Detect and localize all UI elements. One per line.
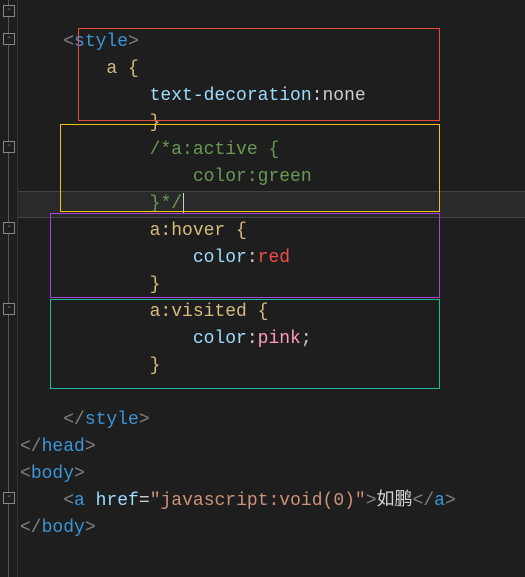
minus-icon: - bbox=[6, 492, 12, 503]
code-line: /*a:active { bbox=[20, 140, 279, 160]
code-line: </body> bbox=[20, 518, 96, 538]
brace: { bbox=[117, 59, 139, 79]
code-line: }*/ bbox=[20, 194, 184, 214]
tag-head: head bbox=[42, 437, 85, 457]
selector: a bbox=[106, 59, 117, 79]
code-line: color:green bbox=[20, 167, 312, 187]
code-line: <body> bbox=[20, 464, 85, 484]
fold-toggle[interactable]: - bbox=[3, 141, 15, 153]
bracket: < bbox=[63, 491, 74, 511]
attr-value: "javascript:void(0)" bbox=[150, 491, 366, 511]
bracket: > bbox=[85, 518, 96, 538]
css-value: none bbox=[322, 86, 365, 106]
tag-a: a bbox=[74, 491, 85, 511]
brace: { bbox=[225, 221, 247, 241]
code-line: a:hover { bbox=[20, 221, 247, 241]
comment-text: a:active bbox=[171, 140, 257, 160]
comment-text: green bbox=[258, 167, 312, 187]
bracket: > bbox=[128, 32, 139, 52]
comment-text: { bbox=[258, 140, 280, 160]
css-property: text-decoration bbox=[150, 86, 312, 106]
code-line: </head> bbox=[20, 437, 96, 457]
brace: } bbox=[150, 356, 161, 376]
minus-icon: - bbox=[6, 222, 12, 233]
brace: { bbox=[247, 302, 269, 322]
colon: : bbox=[247, 248, 258, 268]
code-line: color:pink; bbox=[20, 329, 312, 349]
minus-icon: - bbox=[6, 303, 12, 314]
brace: } bbox=[150, 113, 161, 133]
equals: = bbox=[139, 491, 150, 511]
tag-a: a bbox=[434, 491, 445, 511]
bracket: > bbox=[74, 464, 85, 484]
fold-line bbox=[8, 0, 9, 577]
text-cursor bbox=[183, 193, 184, 213]
minus-icon: - bbox=[6, 33, 12, 44]
fold-toggle[interactable]: - bbox=[3, 33, 15, 45]
brace: } bbox=[150, 275, 161, 295]
link-text: 如鹏 bbox=[377, 491, 413, 511]
code-line: </style> bbox=[20, 410, 150, 430]
code-line: <a href="javascript:void(0)">如鹏</a> bbox=[20, 491, 456, 511]
css-value: pink bbox=[258, 329, 301, 349]
code-line: } bbox=[20, 113, 160, 133]
tag-style: style bbox=[74, 32, 128, 52]
comment-close: */ bbox=[160, 194, 182, 214]
bracket: < bbox=[20, 464, 31, 484]
colon: : bbox=[312, 86, 323, 106]
bracket: </ bbox=[20, 437, 42, 457]
bracket: < bbox=[63, 32, 74, 52]
bracket: > bbox=[139, 410, 150, 430]
tag-body: body bbox=[31, 464, 74, 484]
code-line: } bbox=[20, 356, 160, 376]
comment-open: /* bbox=[150, 140, 172, 160]
selector: a:visited bbox=[150, 302, 247, 322]
colon: : bbox=[247, 329, 258, 349]
code-line: } bbox=[20, 275, 160, 295]
semicolon: ; bbox=[301, 329, 312, 349]
attr-href: href bbox=[96, 491, 139, 511]
bracket: </ bbox=[20, 518, 42, 538]
code-line: <style> bbox=[20, 32, 139, 52]
css-value: red bbox=[258, 248, 290, 268]
minus-icon: - bbox=[6, 5, 12, 16]
comment-text: : bbox=[247, 167, 258, 187]
gutter: - - - - - - bbox=[0, 0, 18, 577]
code-line bbox=[20, 383, 31, 403]
fold-toggle[interactable]: - bbox=[3, 5, 15, 17]
css-property: color bbox=[193, 248, 247, 268]
tag-style: style bbox=[85, 410, 139, 430]
bracket: > bbox=[366, 491, 377, 511]
bracket: </ bbox=[413, 491, 435, 511]
comment-text: color bbox=[193, 167, 247, 187]
code-line: a { bbox=[20, 59, 139, 79]
fold-toggle[interactable]: - bbox=[3, 303, 15, 315]
fold-toggle[interactable]: - bbox=[3, 492, 15, 504]
code-line: a:visited { bbox=[20, 302, 268, 322]
bracket: > bbox=[445, 491, 456, 511]
minus-icon: - bbox=[6, 141, 12, 152]
css-property: color bbox=[193, 329, 247, 349]
code-line: color:red bbox=[20, 248, 290, 268]
fold-toggle[interactable]: - bbox=[3, 222, 15, 234]
tag-body: body bbox=[42, 518, 85, 538]
bracket: </ bbox=[63, 410, 85, 430]
selector: a:hover bbox=[150, 221, 226, 241]
bracket: > bbox=[85, 437, 96, 457]
code-line: text-decoration:none bbox=[20, 86, 366, 106]
code-editor[interactable]: <style> a { text-decoration:none } /*a:a… bbox=[20, 2, 456, 542]
comment-text: } bbox=[150, 194, 161, 214]
